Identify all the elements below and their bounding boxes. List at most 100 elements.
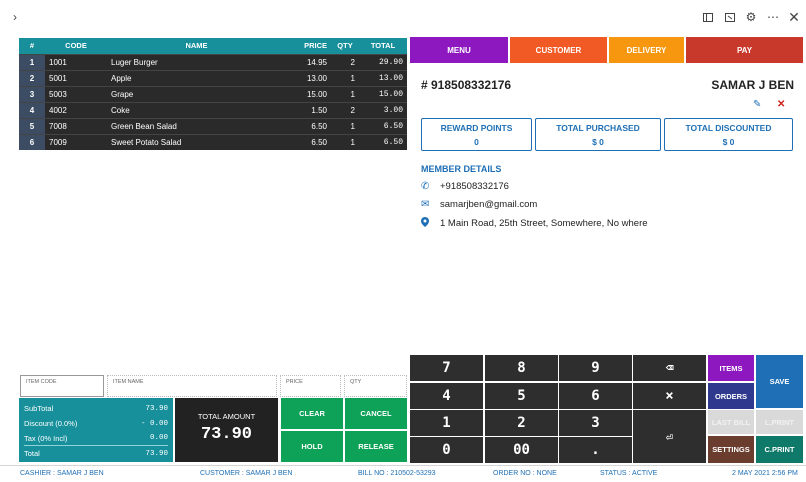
hold-button[interactable]: HOLD — [281, 431, 343, 462]
subtotal-label: SubTotal — [24, 404, 54, 413]
key-9[interactable]: 9 — [559, 355, 632, 381]
backspace-icon[interactable]: ⌫ — [633, 355, 706, 381]
key-8[interactable]: 8 — [485, 355, 558, 381]
qty-label: QTY — [350, 379, 362, 385]
total-discounted-label: TOTAL DISCOUNTED — [685, 123, 772, 133]
order-table: # CODE NAME PRICE QTY TOTAL 1 1001 Luger… — [19, 38, 407, 150]
row-code: 7009 — [49, 137, 67, 147]
row-qty: 1 — [350, 89, 355, 99]
member-details-title: MEMBER DETAILS — [421, 164, 502, 174]
key-00[interactable]: 00 — [485, 437, 558, 463]
key-5[interactable]: 5 — [485, 383, 558, 409]
col-header-num: # — [29, 41, 35, 51]
chevron-right-icon[interactable]: › — [7, 9, 23, 25]
c-print-button[interactable]: C.PRINT — [756, 436, 803, 463]
delete-icon[interactable]: ✕ — [777, 99, 785, 110]
total-amount-box: TOTAL AMOUNT 73.90 — [175, 398, 278, 462]
col-header-code: CODE — [65, 41, 87, 51]
status-state: STATUS : ACTIVE — [600, 470, 658, 477]
key-2[interactable]: 2 — [485, 410, 558, 436]
status-order-no: ORDER NO : NONE — [493, 470, 557, 477]
row-price: 1.50 — [311, 105, 327, 115]
settings-button[interactable]: SETTINGS — [708, 436, 754, 463]
row-number: 1 — [19, 54, 45, 70]
phone-icon: ✆ — [421, 181, 430, 192]
row-code: 5001 — [49, 73, 67, 83]
tab-pay[interactable]: PAY — [686, 37, 803, 63]
table-row[interactable]: 6 7009 Sweet Potato Salad 6.50 1 6.50 — [19, 134, 407, 150]
multiply-key[interactable]: × — [633, 383, 706, 409]
tab-menu[interactable]: MENU — [410, 37, 508, 63]
enter-icon[interactable]: ⏎ — [633, 410, 706, 463]
key-4[interactable]: 4 — [410, 383, 483, 409]
row-number: 6 — [19, 134, 45, 150]
window-icon[interactable] — [700, 9, 716, 25]
ellipsis-icon[interactable]: ⋯ — [765, 9, 781, 25]
table-row[interactable]: 5 7008 Green Bean Salad 6.50 1 6.50 — [19, 118, 407, 134]
tax-value: 0.00 — [149, 434, 168, 442]
close-icon[interactable]: ✕ — [786, 9, 802, 25]
clear-button[interactable]: CLEAR — [281, 398, 343, 429]
item-code-label: ITEM CODE — [26, 379, 57, 385]
row-name: Grape — [111, 89, 134, 99]
member-email: samarjben@gmail.com — [440, 199, 538, 210]
row-name: Coke — [111, 105, 130, 115]
l-print-button[interactable]: L.PRINT — [756, 410, 803, 434]
row-name: Luger Burger — [111, 57, 158, 67]
customer-name: SAMAR J BEN — [711, 78, 794, 92]
envelope-icon: ✉ — [421, 199, 430, 210]
cancel-button[interactable]: CANCEL — [345, 398, 407, 429]
status-datetime: 2 MAY 2021 2:56 PM — [732, 470, 798, 477]
tax-label: Tax (0% Incl) — [24, 433, 68, 443]
key-0[interactable]: 0 — [410, 437, 483, 463]
table-row[interactable]: 1 1001 Luger Burger 14.95 2 29.90 — [19, 54, 407, 70]
tab-delivery[interactable]: DELIVERY — [609, 37, 684, 63]
member-phone: +918508332176 — [440, 181, 509, 192]
total-purchased-value: $ 0 — [592, 137, 604, 147]
row-price: 14.95 — [306, 57, 327, 67]
item-name-label: ITEM NAME — [113, 379, 144, 385]
status-cashier: CASHIER : SAMAR J BEN — [20, 470, 104, 477]
row-total: 15.00 — [378, 89, 403, 99]
row-qty: 1 — [350, 73, 355, 83]
table-row[interactable]: 3 5003 Grape 15.00 1 15.00 — [19, 86, 407, 102]
price-label: PRICE — [286, 379, 303, 385]
row-number: 3 — [19, 86, 45, 102]
key-6[interactable]: 6 — [559, 383, 632, 409]
row-qty: 2 — [350, 105, 355, 115]
table-header-row: # CODE NAME PRICE QTY TOTAL — [19, 38, 407, 54]
item-code-input[interactable]: ITEM CODE — [20, 375, 104, 397]
item-name-input[interactable]: ITEM NAME — [107, 375, 277, 397]
status-bar: CASHIER : SAMAR J BEN CUSTOMER : SAMAR J… — [0, 465, 806, 482]
row-code: 1001 — [49, 57, 67, 67]
key-7[interactable]: 7 — [410, 355, 483, 381]
orders-button[interactable]: ORDERS — [708, 383, 754, 409]
total-purchased-box: TOTAL PURCHASED $ 0 — [535, 118, 661, 151]
row-price: 6.50 — [311, 121, 327, 131]
table-row[interactable]: 2 5001 Apple 13.00 1 13.00 — [19, 70, 407, 86]
total-label: Total — [24, 449, 40, 458]
price-input[interactable]: PRICE — [280, 375, 341, 397]
save-button[interactable]: SAVE — [756, 355, 803, 408]
discount-value: - 0.00 — [140, 419, 168, 428]
edit-icon[interactable]: ✎ — [753, 99, 761, 110]
release-button[interactable]: RELEASE — [345, 431, 407, 462]
row-qty: 1 — [350, 121, 355, 131]
member-phone-row: ✆ +918508332176 — [421, 181, 509, 192]
table-row[interactable]: 4 4002 Coke 1.50 2 3.00 — [19, 102, 407, 118]
key-1[interactable]: 1 — [410, 410, 483, 436]
order-summary: SubTotal 73.90 Discount (0.0%) - 0.00 Ta… — [19, 398, 173, 462]
key-dot[interactable]: . — [559, 437, 632, 463]
row-total: 6.50 — [383, 137, 403, 147]
last-bill-button[interactable]: LAST BILL — [708, 410, 754, 434]
total-purchased-label: TOTAL PURCHASED — [556, 123, 640, 133]
tab-customer[interactable]: CUSTOMER — [510, 37, 607, 63]
discount-label: Discount (0.0%) — [24, 419, 78, 428]
calendar-icon[interactable] — [722, 9, 738, 25]
gear-icon[interactable]: ⚙ — [743, 9, 759, 25]
qty-input[interactable]: QTY — [344, 375, 407, 397]
items-button[interactable]: ITEMS — [708, 355, 754, 381]
customer-phone-header: # 918508332176 — [421, 78, 512, 92]
row-number: 2 — [19, 70, 45, 86]
key-3[interactable]: 3 — [559, 410, 632, 436]
